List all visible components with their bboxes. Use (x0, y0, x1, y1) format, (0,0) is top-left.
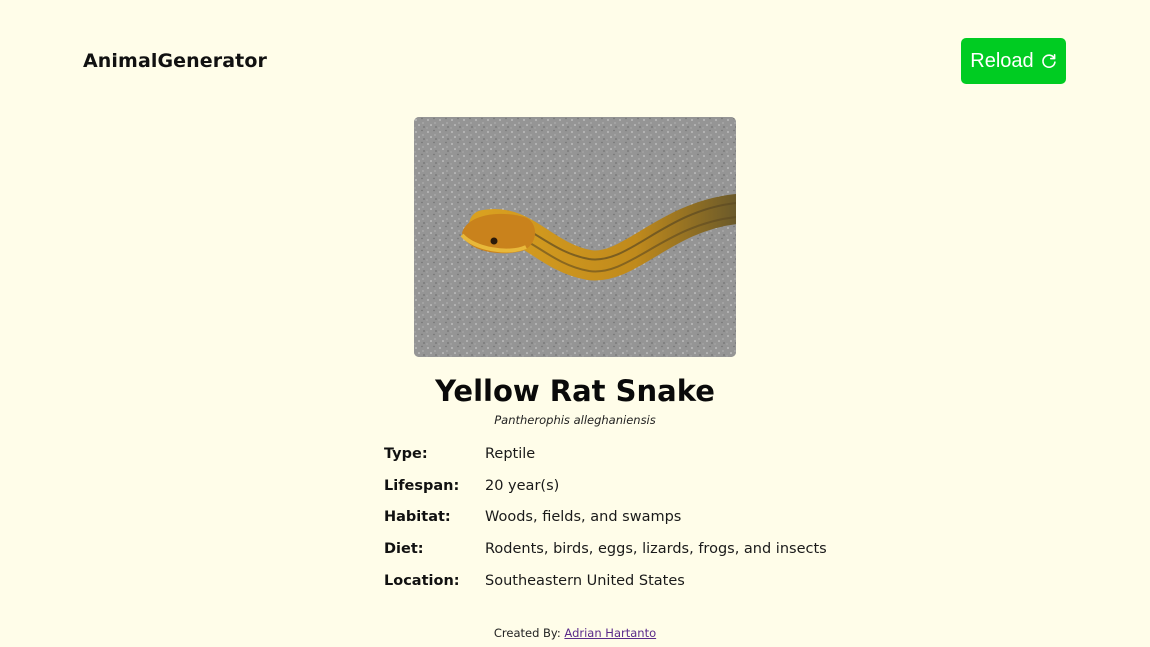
fact-label: Diet: (384, 541, 424, 558)
fact-value: Woods, fields, and swamps (485, 509, 682, 526)
page: AnimalGenerator Reload Yellow Rat Snake … (0, 0, 1150, 647)
author-link[interactable]: Adrian Hartanto (564, 626, 656, 640)
fact-value: Reptile (485, 446, 536, 462)
footer: Created By: Adrian Hartanto (0, 626, 1150, 640)
animal-photo (414, 117, 736, 357)
fact-value: 20 year(s) (485, 477, 560, 494)
animal-latin-name: Pantherophis alleghaniensis (494, 413, 656, 427)
fact-label: Type: (384, 446, 428, 462)
reload-button[interactable]: Reload (961, 38, 1066, 84)
fact-label: Lifespan: (384, 477, 460, 494)
fact-row-location: Location: Southeastern United States (384, 573, 884, 605)
fact-label: Location: (384, 572, 460, 589)
fact-value: Southeastern United States (485, 572, 685, 589)
facts-list: Type: Reptile Lifespan: 20 year(s) Habit… (384, 446, 884, 604)
brand-title: AnimalGenerator (83, 50, 267, 72)
fact-value: Rodents, birds, eggs, lizards, frogs, an… (485, 541, 827, 558)
animal-name: Yellow Rat Snake (435, 374, 715, 408)
reload-label: Reload (970, 49, 1034, 72)
fact-row-type: Type: Reptile (384, 446, 884, 478)
fact-row-diet: Diet: Rodents, birds, eggs, lizards, fro… (384, 541, 884, 573)
refresh-icon (1041, 53, 1057, 69)
footer-prefix: Created By: (493, 626, 565, 640)
fact-label: Habitat: (384, 509, 451, 526)
fact-row-lifespan: Lifespan: 20 year(s) (384, 478, 884, 510)
fact-row-habitat: Habitat: Woods, fields, and swamps (384, 509, 884, 541)
